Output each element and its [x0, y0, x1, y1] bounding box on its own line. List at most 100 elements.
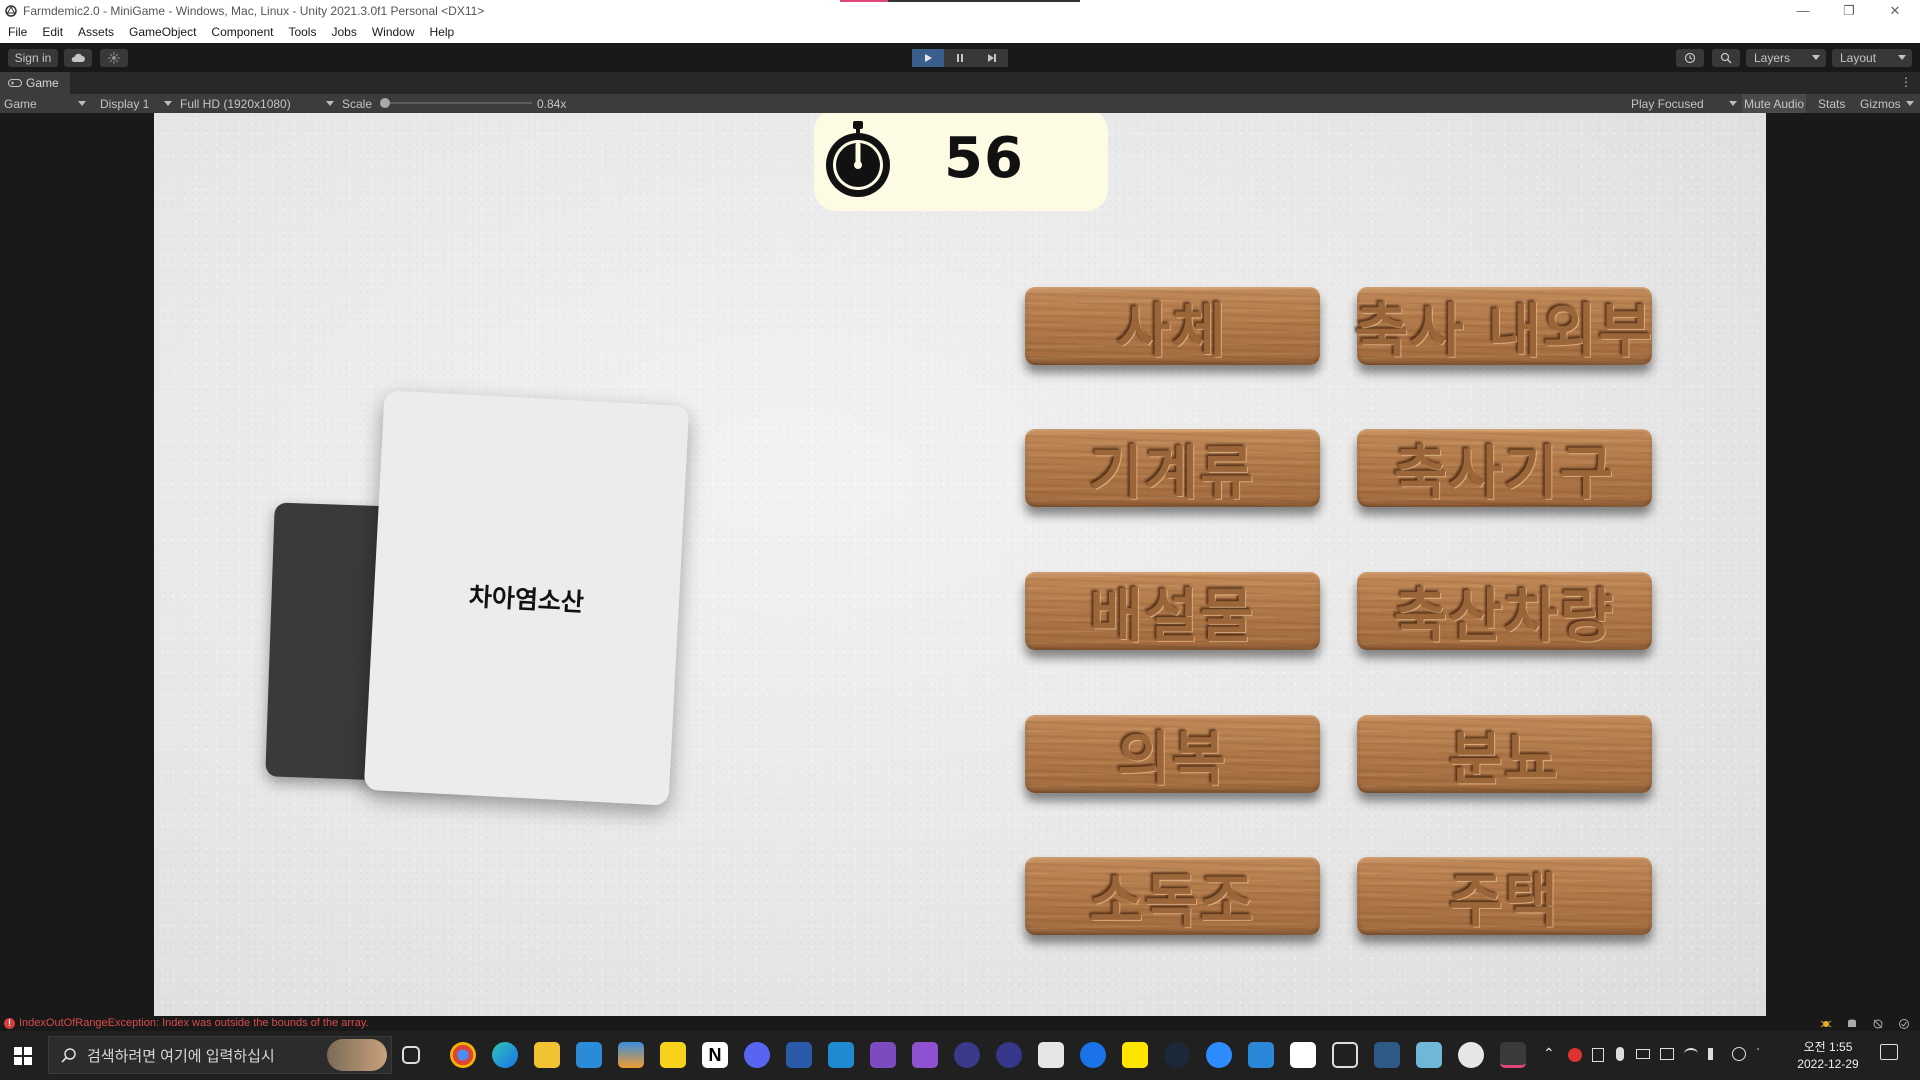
scale-label: Scale: [342, 96, 373, 111]
maps-icon[interactable]: [1080, 1042, 1106, 1068]
windows-start-icon[interactable]: [14, 1047, 32, 1065]
task-view-icon[interactable]: [402, 1046, 420, 1064]
collab-icon[interactable]: [100, 49, 128, 67]
cloud-icon[interactable]: [64, 49, 92, 67]
answer-button-6[interactable]: 축산차량: [1357, 572, 1652, 650]
error-message: IndexOutOfRangeException: Index was outs…: [19, 1017, 369, 1029]
game-view: 56 차아염소산 사체 축사 내외부 기계류 축사기구 배설물 축산차량 의복 …: [154, 113, 1766, 1016]
menu-gameobject[interactable]: GameObject: [129, 25, 196, 39]
todo-icon[interactable]: [1248, 1042, 1274, 1068]
menu-help[interactable]: Help: [430, 25, 455, 39]
menu-window[interactable]: Window: [372, 25, 415, 39]
play-focused-label: Play Focused: [1631, 96, 1704, 111]
answer-button-2[interactable]: 축사 내외부: [1355, 287, 1652, 365]
view-mode-dropdown[interactable]: Game: [4, 94, 88, 113]
tray-app-icon[interactable]: [1568, 1048, 1582, 1062]
mute-audio-toggle[interactable]: Mute Audio: [1742, 94, 1807, 113]
console-status-bar[interactable]: ! IndexOutOfRangeException: Index was ou…: [0, 1016, 1920, 1031]
menu-tools[interactable]: Tools: [288, 25, 316, 39]
ime-icon[interactable]: ֗: [1758, 1047, 1770, 1061]
answer-button-5[interactable]: 배설물: [1025, 572, 1320, 650]
taskbar-search-box[interactable]: 검색하려면 여기에 입력하십시: [48, 1036, 392, 1074]
menu-edit[interactable]: Edit: [42, 25, 63, 39]
app-window-icon[interactable]: [1290, 1042, 1316, 1068]
vscode-icon[interactable]: [828, 1042, 854, 1068]
unity-icon[interactable]: [1458, 1042, 1484, 1068]
display-icon[interactable]: [1660, 1048, 1674, 1060]
dev-tool-icon[interactable]: [1374, 1042, 1400, 1068]
answer-button-7[interactable]: 의복: [1025, 715, 1320, 793]
stats-toggle[interactable]: Stats: [1818, 94, 1845, 113]
visual-studio-preview-icon[interactable]: [912, 1042, 938, 1068]
history-icon[interactable]: [1676, 49, 1704, 67]
kakaotalk-icon[interactable]: [1122, 1042, 1148, 1068]
notification-center-icon[interactable]: [1880, 1044, 1898, 1060]
close-button[interactable]: ✕: [1872, 0, 1918, 21]
tray-device-icon[interactable]: [1592, 1048, 1604, 1062]
microphone-icon[interactable]: [1616, 1047, 1624, 1061]
layers-dropdown[interactable]: Layers: [1746, 49, 1826, 67]
menu-jobs[interactable]: Jobs: [331, 25, 356, 39]
pause-button[interactable]: [944, 49, 976, 67]
play-icon: [925, 54, 932, 62]
search-icon[interactable]: [1712, 49, 1740, 67]
meta-icon[interactable]: [1332, 1042, 1358, 1068]
visual-studio-icon[interactable]: [870, 1042, 896, 1068]
notes-app-icon[interactable]: [1416, 1042, 1442, 1068]
play-focused-dropdown[interactable]: Play Focused: [1631, 94, 1737, 113]
view-mode-label: Game: [4, 96, 37, 111]
search-highlight-icon: [327, 1039, 387, 1071]
gizmos-dropdown[interactable]: Gizmos: [1860, 94, 1914, 113]
tab-game[interactable]: Game: [0, 72, 70, 94]
scale-slider-track[interactable]: [384, 102, 532, 104]
steam-icon[interactable]: [1164, 1042, 1190, 1068]
answer-button-8[interactable]: 분뇨: [1357, 715, 1652, 793]
language-icon[interactable]: [1732, 1047, 1746, 1061]
menu-assets[interactable]: Assets: [78, 25, 114, 39]
answer-button-9[interactable]: 소독조: [1025, 857, 1320, 935]
bug-icon[interactable]: [1820, 1018, 1832, 1030]
sign-in-button[interactable]: Sign in: [8, 49, 58, 67]
answer-button-10[interactable]: 주택: [1357, 857, 1652, 935]
timer-panel: 56: [814, 113, 1108, 211]
notion-icon[interactable]: N: [702, 1042, 728, 1068]
answer-button-4[interactable]: 축사기구: [1357, 429, 1652, 507]
step-button[interactable]: [976, 49, 1008, 67]
question-card-text: 차아염소산: [468, 582, 585, 617]
check-circle-icon[interactable]: [1898, 1018, 1910, 1030]
chevron-down-icon: [1906, 101, 1914, 106]
display-dropdown[interactable]: Display 1: [100, 94, 172, 113]
battery-icon[interactable]: [1636, 1049, 1650, 1059]
file-explorer-icon[interactable]: [534, 1042, 560, 1068]
volume-icon[interactable]: [1708, 1048, 1720, 1060]
taskbar-clock[interactable]: 오전 1:55 2022-12-29: [1784, 1039, 1872, 1073]
answer-button-1[interactable]: 사체: [1025, 287, 1320, 365]
unity-editor-running-icon[interactable]: [1500, 1042, 1526, 1068]
wifi-icon[interactable]: [1684, 1048, 1698, 1060]
discord-icon[interactable]: [744, 1042, 770, 1068]
answer-button-3[interactable]: 기계류: [1025, 429, 1320, 507]
app-store-icon[interactable]: [576, 1042, 602, 1068]
unity-hub-icon[interactable]: [1038, 1042, 1064, 1068]
restore-button[interactable]: ❐: [1826, 0, 1872, 21]
eclipse-icon[interactable]: [954, 1042, 980, 1068]
menu-component[interactable]: Component: [211, 25, 273, 39]
play-button[interactable]: [912, 49, 944, 67]
sticky-notes-icon[interactable]: [660, 1042, 686, 1068]
database-icon[interactable]: [1846, 1018, 1858, 1030]
menu-file[interactable]: File: [8, 25, 27, 39]
more-options-icon[interactable]: ⋮: [1900, 75, 1912, 89]
edge-icon[interactable]: [492, 1042, 518, 1068]
chrome-icon[interactable]: [450, 1042, 476, 1068]
resolution-dropdown[interactable]: Full HD (1920x1080): [180, 94, 334, 113]
minimize-button[interactable]: —: [1780, 0, 1826, 21]
network-off-icon[interactable]: [1872, 1018, 1884, 1030]
scale-slider-handle[interactable]: [380, 98, 390, 108]
eclipse-alt-icon[interactable]: [996, 1042, 1022, 1068]
photo-app-icon[interactable]: [618, 1042, 644, 1068]
chevron-up-icon[interactable]: ⌃: [1543, 1045, 1555, 1062]
zoom-icon[interactable]: [1206, 1042, 1232, 1068]
layout-dropdown[interactable]: Layout: [1832, 49, 1912, 67]
timer-value: 56: [944, 126, 1024, 191]
devtool-icon[interactable]: [786, 1042, 812, 1068]
